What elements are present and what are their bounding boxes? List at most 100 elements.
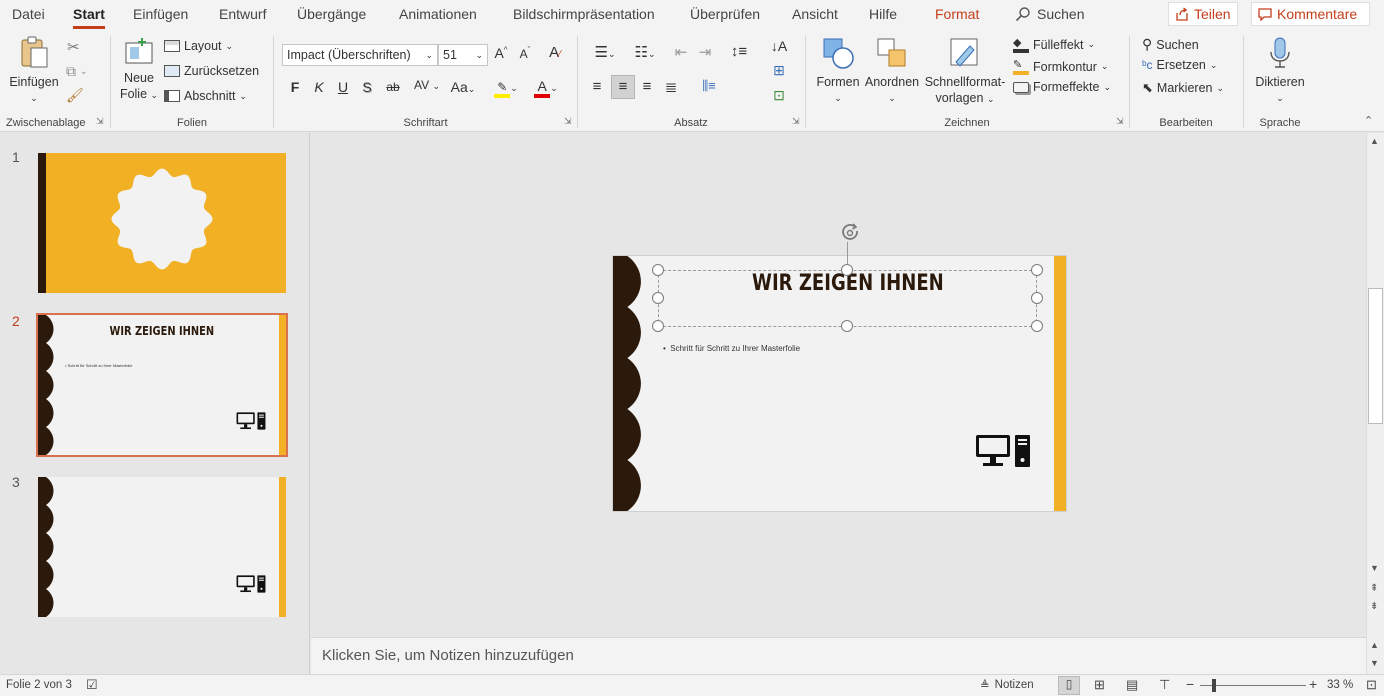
resize-handle[interactable]	[1031, 320, 1043, 332]
select-button[interactable]: ⬉ Markieren ⌄	[1142, 80, 1224, 96]
tab-help[interactable]: Hilfe	[869, 6, 897, 22]
resize-handle[interactable]	[841, 320, 853, 332]
resize-handle[interactable]	[1031, 292, 1043, 304]
notes-scrollbar[interactable]: ▲ ▼	[1366, 637, 1384, 674]
previous-slide-icon[interactable]: ⇞	[1370, 583, 1378, 594]
arrange-button[interactable]: Anordnen ⌄	[862, 36, 922, 106]
character-spacing-button[interactable]: AV ⌄	[410, 78, 444, 92]
bullets-button[interactable]: ☰⌄	[588, 43, 622, 61]
bold-button[interactable]: F	[286, 79, 304, 95]
zoom-slider-thumb[interactable]	[1211, 679, 1216, 692]
slide-thumbnail-3[interactable]	[38, 477, 286, 617]
vertical-scrollbar[interactable]: ▲ ▼ ⇞ ⇟	[1366, 133, 1384, 637]
resize-handle[interactable]	[652, 264, 664, 276]
font-color-button[interactable]: A ⌄	[528, 78, 564, 98]
cut-button[interactable]: ✂	[67, 38, 80, 56]
scroll-down-icon[interactable]: ▼	[1370, 658, 1379, 668]
slideshow-icon[interactable]: ⊤	[1159, 677, 1170, 693]
tab-slideshow[interactable]: Bildschirmpräsentation	[513, 6, 655, 22]
zoom-slider[interactable]	[1200, 685, 1306, 686]
slide-editing-canvas[interactable]: WIR ZEIGEN IHNEN • Schritt für Schritt z…	[311, 133, 1366, 637]
shape-effects-button[interactable]: Formeffekte ⌄	[1013, 80, 1111, 94]
tab-format[interactable]: Format	[935, 6, 979, 22]
tab-file[interactable]: Datei	[12, 6, 45, 22]
tab-animations[interactable]: Animationen	[399, 6, 477, 22]
next-slide-icon[interactable]: ⇟	[1370, 601, 1378, 612]
reset-button[interactable]: Zurücksetzen	[164, 64, 259, 78]
normal-view-icon[interactable]: ▯	[1058, 676, 1080, 695]
grow-font-button[interactable]: A^	[492, 45, 510, 61]
reading-view-icon[interactable]: ▤	[1126, 677, 1138, 693]
copy-button[interactable]: ⧉ ⌄	[66, 63, 88, 80]
dialog-launcher-icon[interactable]: ⇲	[792, 116, 800, 127]
new-slide-button[interactable]: Neue Folie ⌄	[117, 36, 161, 103]
columns-button[interactable]: ⫼≡	[692, 78, 726, 94]
quick-styles-button[interactable]: Schnellformat- vorlagen ⌄	[922, 36, 1008, 107]
notes-pane[interactable]: Klicken Sie, um Notizen hinzuzufügen	[311, 637, 1366, 674]
tab-start[interactable]: Start	[73, 6, 105, 29]
tab-transitions[interactable]: Übergänge	[297, 6, 366, 22]
layout-button[interactable]: Layout ⌄	[164, 39, 233, 53]
dialog-launcher-icon[interactable]: ⇲	[96, 116, 104, 127]
slide-sorter-icon[interactable]: ⊞	[1094, 677, 1105, 693]
zoom-in-icon[interactable]: +	[1309, 676, 1317, 692]
share-button[interactable]: Teilen	[1168, 2, 1238, 26]
decrease-indent-icon[interactable]: ⇤	[672, 43, 690, 61]
strikethrough-button[interactable]: ab	[382, 80, 404, 94]
shape-outline-button[interactable]: ✎ Formkontur ⌄	[1013, 58, 1108, 75]
tab-design[interactable]: Entwurf	[219, 6, 266, 22]
rotate-handle-icon[interactable]	[838, 223, 864, 245]
italic-button[interactable]: K	[310, 79, 328, 95]
resize-handle[interactable]	[652, 292, 664, 304]
scroll-down-icon[interactable]: ▼	[1370, 563, 1379, 573]
spellcheck-icon[interactable]: ☑	[86, 677, 98, 693]
change-case-button[interactable]: Aa⌄	[446, 79, 480, 95]
replace-button[interactable]: ᵇc Ersetzen ⌄	[1142, 58, 1217, 72]
slide-thumbnail-2[interactable]: WIR ZEIGEN IHNEN • Schritt für Schritt z…	[38, 315, 286, 455]
notes-toggle-button[interactable]: ≜ Notizen	[980, 678, 1034, 692]
slide-thumbnail-1[interactable]	[38, 153, 286, 293]
tab-insert[interactable]: Einfügen	[133, 6, 188, 22]
format-painter-button[interactable]: 🖌	[66, 87, 84, 104]
resize-handle[interactable]	[841, 264, 853, 276]
clear-formatting-icon[interactable]: A⁄	[546, 44, 564, 61]
font-name-select[interactable]: Impact (Überschriften) ⌄	[282, 44, 438, 66]
section-button[interactable]: Abschnitt ⌄	[164, 89, 247, 103]
fit-to-window-icon[interactable]: ⊡	[1366, 677, 1377, 693]
tab-view[interactable]: Ansicht	[792, 6, 838, 22]
shadow-button[interactable]: S	[358, 79, 376, 95]
font-size-select[interactable]: 51 ⌄	[438, 44, 488, 66]
find-button[interactable]: ⚲ Suchen	[1142, 36, 1199, 53]
align-center-icon[interactable]: ≡	[611, 75, 635, 99]
zoom-level[interactable]: 33 %	[1327, 679, 1353, 691]
tell-me-search[interactable]: Suchen	[1015, 6, 1084, 22]
align-right-icon[interactable]: ≡	[638, 78, 656, 95]
justify-icon[interactable]: ≣	[662, 78, 680, 96]
shape-fill-button[interactable]: ◆ Fülleffekt ⌄	[1013, 36, 1095, 53]
resize-handle[interactable]	[1031, 264, 1043, 276]
dictate-button[interactable]: Diktieren ⌄	[1248, 36, 1312, 106]
numbering-button[interactable]: ☷⌄	[628, 43, 662, 61]
scrollbar-thumb[interactable]	[1368, 288, 1383, 424]
align-left-icon[interactable]: ≡	[588, 78, 606, 95]
increase-indent-icon[interactable]: ⇥	[696, 43, 714, 61]
dialog-launcher-icon[interactable]: ⇲	[564, 116, 572, 127]
slide-body-placeholder[interactable]: • Schritt für Schritt zu Ihrer Masterfol…	[663, 344, 800, 353]
collapse-ribbon-icon[interactable]: ⌃	[1364, 114, 1373, 127]
comments-button[interactable]: Kommentare	[1251, 2, 1370, 26]
shapes-button[interactable]: Formen ⌄	[812, 36, 864, 106]
line-spacing-button[interactable]: ↕≡	[722, 43, 756, 60]
dialog-launcher-icon[interactable]: ⇲	[1116, 116, 1124, 127]
paste-button[interactable]: Einfügen ⌄	[6, 36, 62, 106]
tab-review[interactable]: Überprüfen	[690, 6, 760, 22]
resize-handle[interactable]	[652, 320, 664, 332]
highlight-button[interactable]: ✎ ⌄	[488, 78, 524, 98]
underline-button[interactable]: U	[334, 79, 352, 95]
zoom-out-icon[interactable]: −	[1186, 676, 1194, 692]
scroll-up-icon[interactable]: ▲	[1370, 640, 1379, 650]
scroll-up-icon[interactable]: ▲	[1370, 136, 1379, 146]
shrink-font-button[interactable]: Aˇ	[516, 45, 534, 61]
smartart-button[interactable]: ⊡	[762, 87, 796, 104]
align-text-button[interactable]: ⊞	[762, 62, 796, 79]
text-direction-button[interactable]: ↓A	[762, 38, 796, 54]
